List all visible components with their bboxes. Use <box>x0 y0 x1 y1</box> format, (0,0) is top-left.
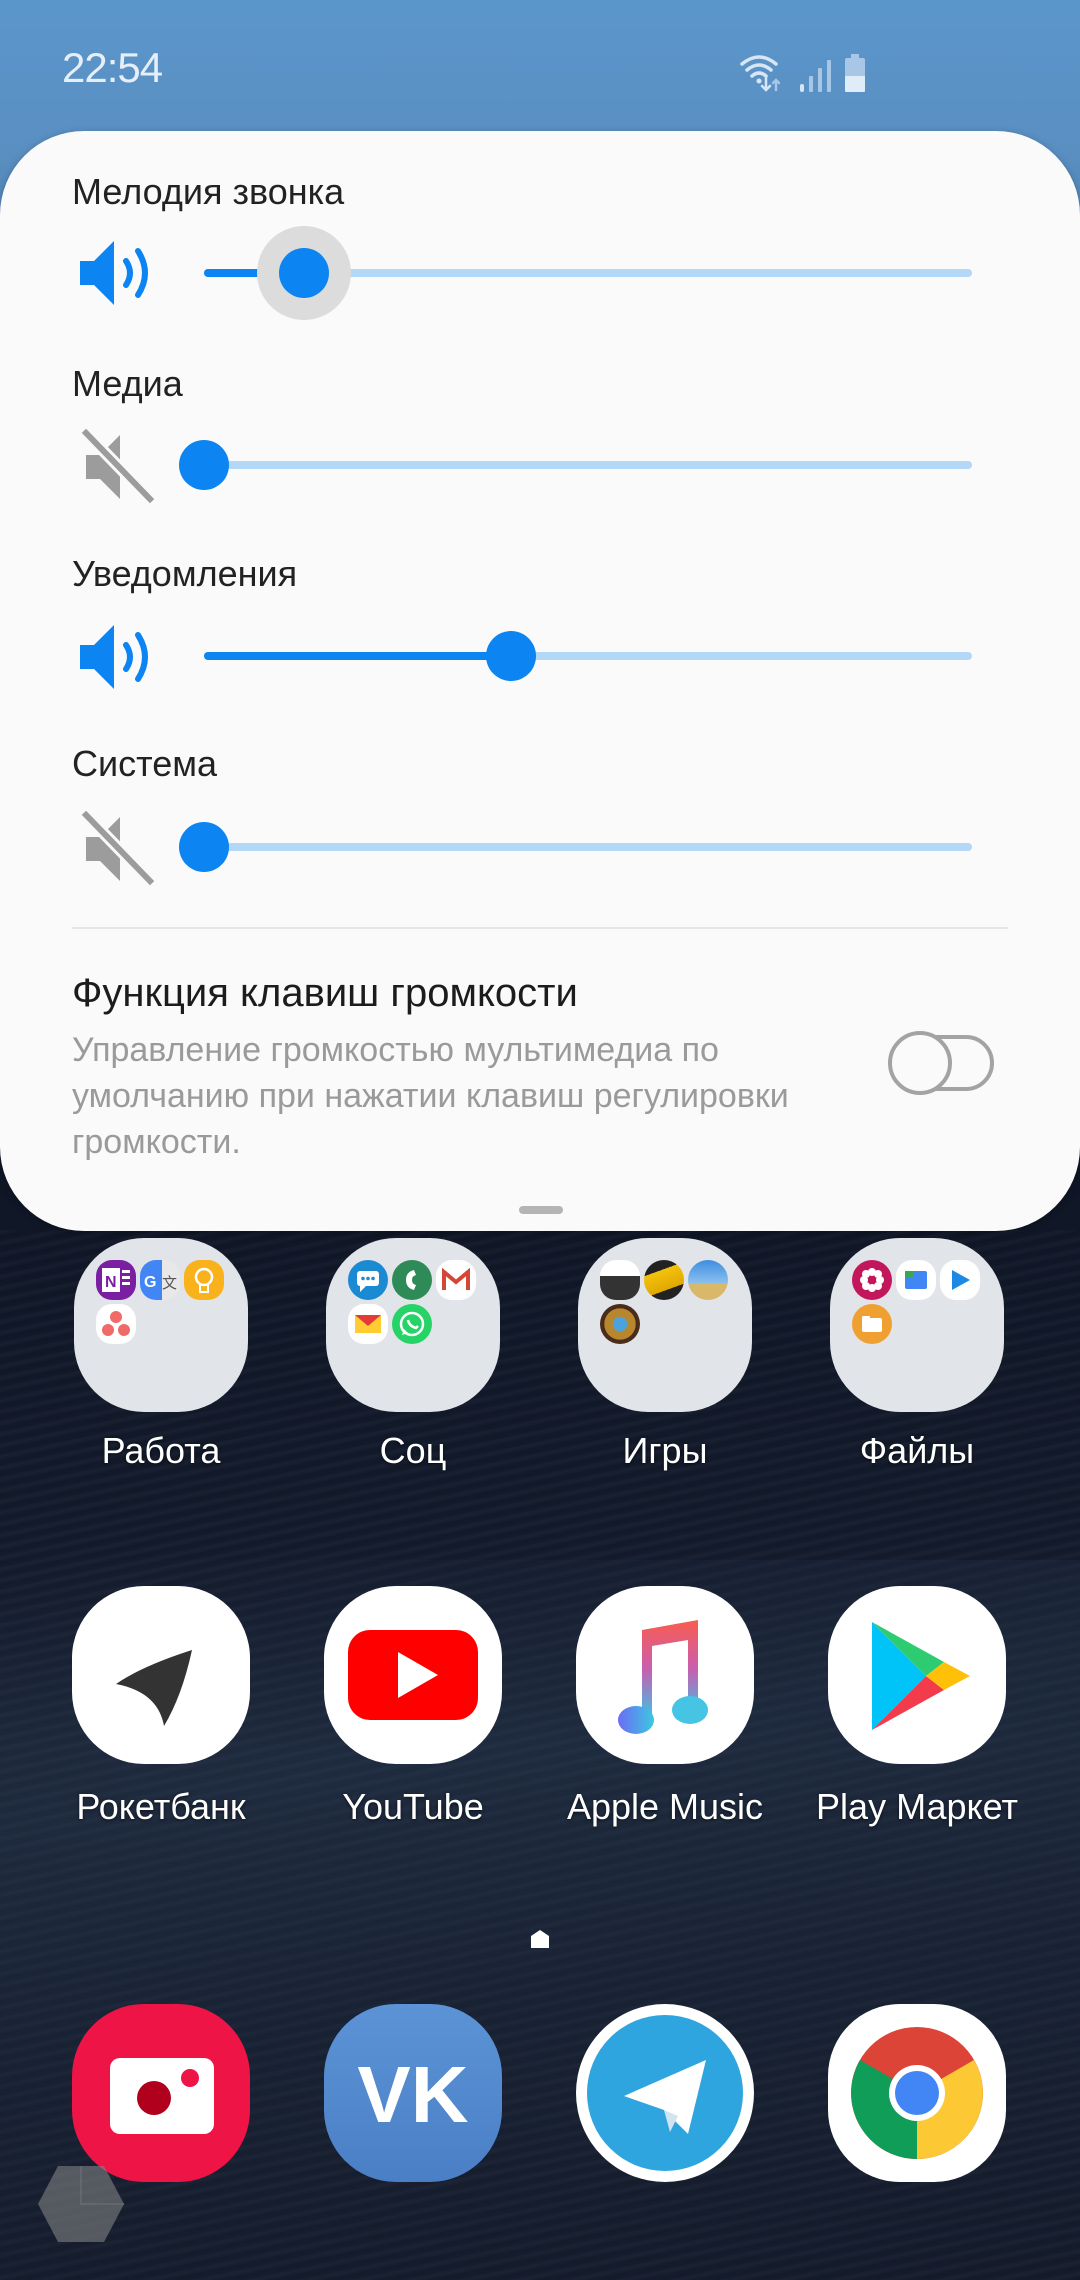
slider-track <box>204 843 972 851</box>
toggle-thumb <box>888 1031 952 1095</box>
ringtone-slider[interactable] <box>204 226 972 320</box>
telegram-icon <box>587 2015 743 2171</box>
gmail-icon <box>436 1260 476 1300</box>
my-files-icon <box>852 1304 892 1344</box>
app-rocketbank[interactable] <box>72 1586 250 1764</box>
phone-icon <box>392 1260 432 1300</box>
whatsapp-icon <box>392 1304 432 1344</box>
slider-track <box>204 461 972 469</box>
app-label: Apple Music <box>566 1786 764 1827</box>
wifi-icon <box>740 55 781 92</box>
volume-keys-title: Функция клавиш громкости <box>72 971 578 1015</box>
google-translate-icon: G文 <box>140 1260 180 1300</box>
svg-text:G: G <box>144 1274 156 1291</box>
signal-icon <box>800 60 831 92</box>
app-label: Play Маркет <box>816 1786 1018 1827</box>
folder-games[interactable] <box>578 1238 752 1412</box>
battery-icon <box>845 54 865 92</box>
asana-icon <box>96 1304 136 1344</box>
divider <box>72 927 1008 929</box>
app-play-store[interactable] <box>828 1586 1006 1764</box>
ringtone-label: Мелодия звонка <box>72 171 345 212</box>
status-time: 22:54 <box>62 44 163 91</box>
folder-social[interactable] <box>326 1238 500 1412</box>
slider-thumb[interactable] <box>486 631 537 681</box>
dock-vk[interactable]: VK <box>324 2004 502 2182</box>
folder-label: Соц <box>379 1430 447 1471</box>
home-page-indicator-icon[interactable] <box>530 1929 550 1949</box>
slider-thumb[interactable] <box>179 822 229 872</box>
files-by-google-icon <box>896 1260 936 1300</box>
rocketbank-icon <box>116 1650 192 1726</box>
folder-label: Файлы <box>859 1430 975 1471</box>
slider-thumb[interactable] <box>278 248 329 298</box>
dock-chrome[interactable] <box>828 2004 1006 2182</box>
camera-icon <box>110 2058 214 2134</box>
messages-icon <box>348 1260 388 1300</box>
app-youtube[interactable] <box>324 1586 502 1764</box>
svg-text:文: 文 <box>162 1274 177 1292</box>
speaker-on-icon[interactable] <box>78 231 162 315</box>
gallery-icon <box>852 1260 892 1300</box>
asphalt-icon <box>600 1260 640 1300</box>
youtube-icon <box>348 1630 478 1720</box>
notifications-slider[interactable] <box>204 631 972 681</box>
volume-panel: Мелодия звонка Медиа Уведомления Система… <box>0 131 1080 1231</box>
dock-telegram[interactable] <box>576 2004 754 2182</box>
app-label: Рокетбанк <box>76 1786 246 1827</box>
folder-label: Игры <box>622 1430 708 1471</box>
folder-label: Работа <box>101 1430 221 1471</box>
chrome-icon <box>851 2027 983 2159</box>
notifications-label: Уведомления <box>72 553 298 594</box>
vk-icon: VK <box>357 2050 468 2139</box>
apple-music-icon <box>618 1620 708 1734</box>
hearthstone-icon <box>600 1304 640 1344</box>
onenote-icon: N <box>96 1260 136 1300</box>
slider-thumb[interactable] <box>179 440 229 490</box>
watermark-hexagon-icon <box>36 2164 126 2244</box>
panel-drag-handle[interactable] <box>519 1206 563 1214</box>
media-label: Медиа <box>72 363 183 404</box>
system-label: Система <box>72 743 217 784</box>
google-keep-icon <box>184 1260 224 1300</box>
dock-camera[interactable] <box>72 2004 250 2182</box>
svg-text:N: N <box>105 1274 117 1291</box>
svg-text:VK: VK <box>357 2050 468 2139</box>
yandex-mail-icon <box>348 1304 388 1344</box>
play-store-icon <box>872 1622 970 1730</box>
app-label: YouTube <box>342 1786 484 1827</box>
speaker-muted-icon[interactable] <box>78 805 162 889</box>
speaker-muted-icon[interactable] <box>78 423 162 507</box>
volume-keys-description: Управление громкостью мультимедиа по умо… <box>72 1031 789 1161</box>
speaker-on-icon[interactable] <box>78 615 162 699</box>
pubg-icon <box>688 1260 728 1300</box>
carx-drift-icon <box>644 1260 684 1300</box>
slider-fill <box>204 652 512 660</box>
status-icons <box>738 50 878 94</box>
system-slider[interactable] <box>179 822 972 872</box>
folder-work[interactable]: N G文 <box>74 1238 248 1412</box>
play-movies-icon <box>940 1260 980 1300</box>
media-slider[interactable] <box>179 440 972 490</box>
app-apple-music[interactable] <box>576 1586 754 1764</box>
folder-files[interactable] <box>830 1238 1004 1412</box>
volume-keys-toggle[interactable] <box>888 1031 998 1097</box>
